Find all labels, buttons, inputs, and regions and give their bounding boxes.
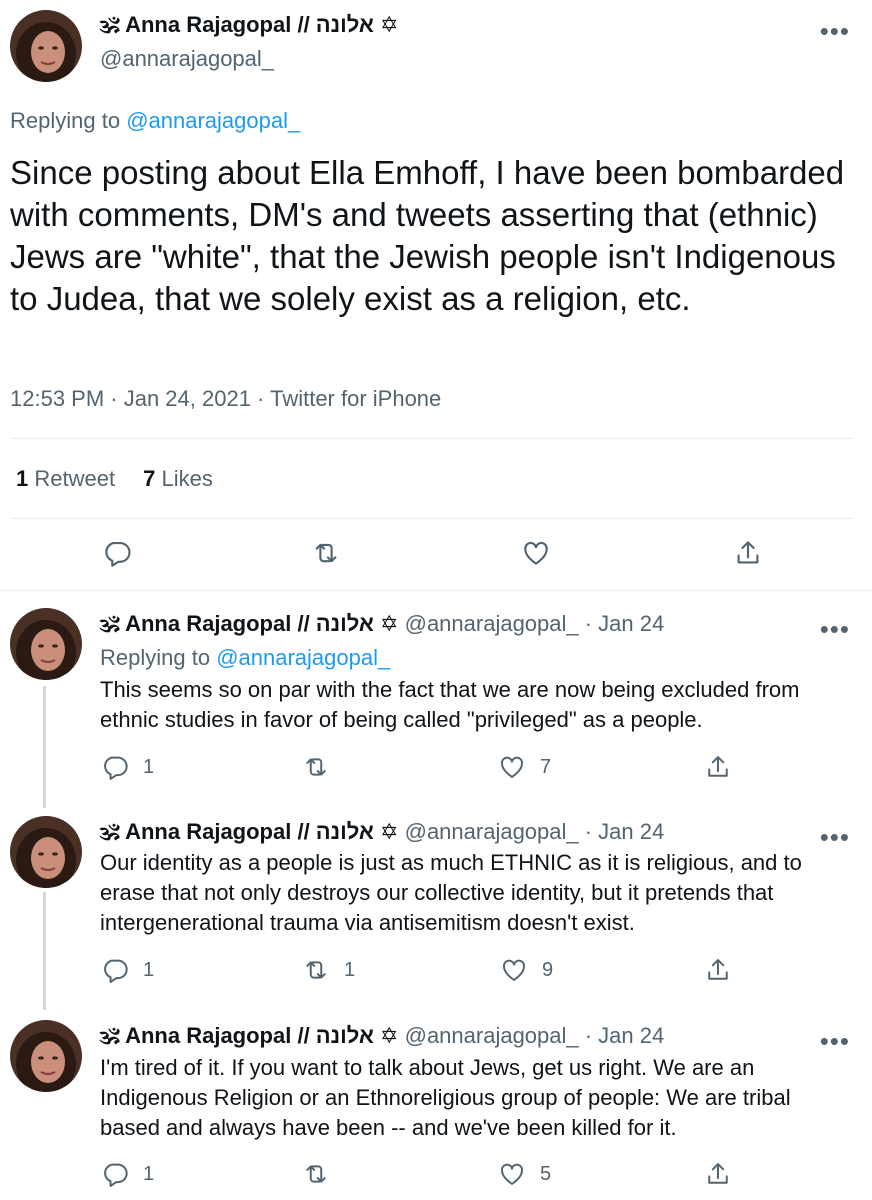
reply-handle-date[interactable]: @annarajagopal_ · Jan 24 [405, 819, 665, 844]
more-options-icon[interactable]: ••• [820, 616, 850, 642]
reply-display-name[interactable]: 🕉 Anna Rajagopal // אלונה ✡ [100, 819, 398, 844]
reply-text: I'm tired of it. If you want to talk abo… [100, 1055, 791, 1140]
divider [10, 438, 854, 439]
author-avatar[interactable] [10, 10, 82, 82]
reply-handle-date[interactable]: @annarajagopal_ · Jan 24 [405, 1023, 665, 1048]
retweet-icon [302, 1160, 330, 1188]
reply-button[interactable]: 1 [101, 753, 154, 781]
avatar-image [10, 816, 82, 888]
retweet-count: 1 [344, 958, 356, 981]
likes-count: 7 [143, 466, 156, 491]
divider [0, 590, 872, 591]
heart-icon [498, 753, 526, 781]
reply-count: 1 [143, 1162, 155, 1185]
retweets-stat-link[interactable]: 1 Retweet [16, 466, 115, 491]
share-icon [704, 956, 732, 984]
replying-to-label: Replying to [10, 108, 121, 133]
reply-text: Our identity as a people is just as much… [100, 850, 802, 935]
avatar-image [10, 1020, 82, 1092]
reply-header: 🕉 Anna Rajagopal // אלונה ✡ @annarajagop… [100, 819, 664, 845]
like-count: 9 [542, 958, 554, 981]
like-button[interactable]: 7 [498, 753, 551, 781]
replying-to-label: Replying to [100, 645, 211, 670]
thread-connector [43, 892, 46, 1010]
share-button[interactable] [704, 956, 732, 984]
heart-icon [500, 956, 528, 984]
share-icon[interactable] [733, 538, 763, 568]
author-handle[interactable]: @annarajagopal_ [100, 46, 274, 72]
heart-icon [498, 1160, 526, 1188]
like-count: 7 [540, 755, 552, 778]
reply-avatar[interactable] [10, 1020, 82, 1092]
reply-icon[interactable] [102, 538, 132, 568]
retweet-button[interactable] [302, 1160, 344, 1188]
heart-icon[interactable] [521, 538, 551, 568]
author-display-name[interactable]: 🕉 Anna Rajagopal // אלונה ✡ [100, 12, 398, 38]
avatar-image [10, 608, 82, 680]
replying-to-line: Replying to @annarajagopal_ [10, 108, 300, 134]
share-button[interactable] [704, 753, 732, 781]
tweet-timestamp-source[interactable]: 12:53 PM · Jan 24, 2021 · Twitter for iP… [10, 386, 441, 412]
share-icon [704, 753, 732, 781]
share-icon [704, 1160, 732, 1188]
reply-icon [101, 1160, 129, 1188]
retweet-icon [302, 956, 330, 984]
reply-avatar[interactable] [10, 608, 82, 680]
reply-avatar[interactable] [10, 816, 82, 888]
reply-button[interactable]: 1 [101, 956, 154, 984]
reply-header: 🕉 Anna Rajagopal // אלונה ✡ @annarajagop… [100, 611, 664, 637]
reply-handle-date[interactable]: @annarajagopal_ · Jan 24 [405, 611, 665, 636]
retweet-icon [302, 753, 330, 781]
divider [10, 518, 854, 519]
reply-display-name[interactable]: 🕉 Anna Rajagopal // אלונה ✡ [100, 1023, 398, 1048]
more-options-icon[interactable]: ••• [820, 18, 850, 44]
like-count: 5 [540, 1162, 552, 1185]
more-options-icon[interactable]: ••• [820, 824, 850, 850]
retweets-label: Retweet [34, 466, 116, 491]
likes-label: Likes [161, 466, 213, 491]
engagement-stats: 1 Retweet 7 Likes [16, 466, 213, 492]
retweet-icon[interactable] [311, 538, 341, 568]
reply-display-name[interactable]: 🕉 Anna Rajagopal // אלונה ✡ [100, 611, 398, 636]
reply-header: 🕉 Anna Rajagopal // אלונה ✡ @annarajagop… [100, 1023, 664, 1049]
likes-stat-link[interactable]: 7 Likes [143, 466, 213, 491]
more-options-icon[interactable]: ••• [820, 1028, 850, 1054]
retweets-count: 1 [16, 466, 29, 491]
like-button[interactable]: 5 [498, 1160, 551, 1188]
reply-icon [101, 956, 129, 984]
replying-to-handle-link[interactable]: @annarajagopal_ [126, 108, 300, 133]
reply-icon [101, 753, 129, 781]
replying-to-line: Replying to @annarajagopal_ [100, 645, 390, 671]
reply-text: This seems so on par with the fact that … [100, 677, 800, 732]
thread-connector [43, 686, 46, 808]
reply-count: 1 [143, 958, 155, 981]
retweet-button[interactable]: 1 [302, 956, 355, 984]
replying-to-handle-link[interactable]: @annarajagopal_ [216, 645, 390, 670]
like-button[interactable]: 9 [500, 956, 553, 984]
reply-button[interactable]: 1 [101, 1160, 154, 1188]
tweet-text: Since posting about Ella Emhoff, I have … [10, 154, 845, 317]
share-button[interactable] [704, 1160, 732, 1188]
retweet-button[interactable] [302, 753, 344, 781]
avatar-image [10, 10, 82, 82]
reply-count: 1 [143, 755, 155, 778]
